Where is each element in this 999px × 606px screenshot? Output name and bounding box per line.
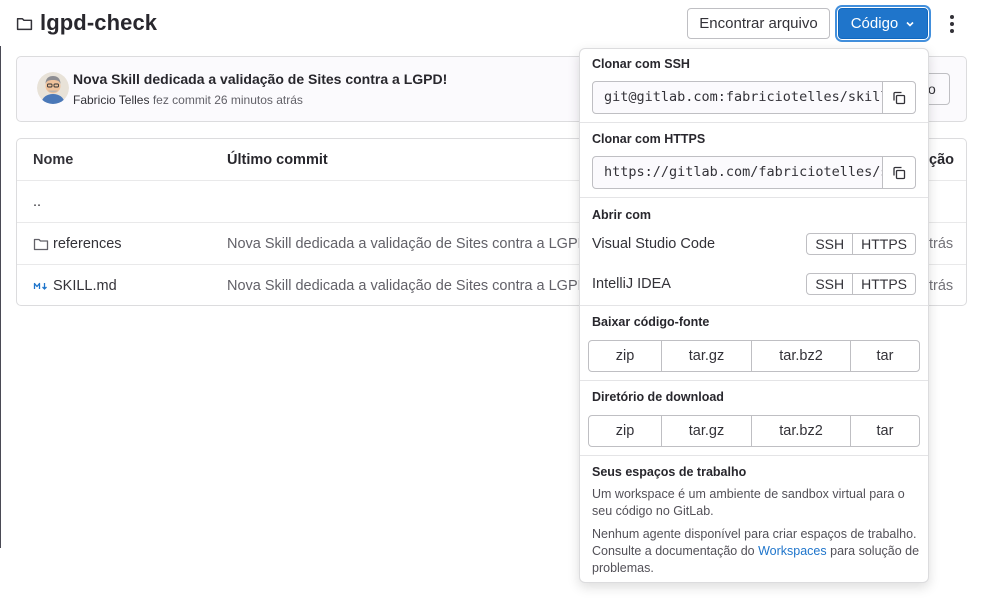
download-source-buttons: zip tar.gz tar.bz2 tar bbox=[588, 340, 920, 372]
code-button[interactable]: Código bbox=[838, 8, 928, 39]
divider bbox=[580, 305, 928, 306]
repo-header: lgpd-check bbox=[16, 8, 157, 38]
folder-icon bbox=[16, 17, 33, 30]
commit-date: trás bbox=[929, 277, 954, 294]
left-rule bbox=[0, 46, 1, 548]
file-name-cell[interactable]: references bbox=[33, 223, 122, 264]
divider bbox=[580, 380, 928, 381]
https-url-input[interactable]: https://gitlab.com/fabriciotelles/skills… bbox=[593, 157, 882, 188]
download-zip-button[interactable]: zip bbox=[589, 341, 661, 371]
workspaces-note: Nenhum agente disponível para criar espa… bbox=[592, 526, 922, 577]
workspaces-description: Um workspace é um ambiente de sandbox vi… bbox=[592, 487, 905, 518]
commit-date: trás bbox=[929, 235, 954, 252]
https-clone-field: https://gitlab.com/fabriciotelles/skills… bbox=[592, 156, 916, 189]
commit-action: fez commit bbox=[152, 93, 211, 107]
download-dir-zip-button[interactable]: zip bbox=[589, 416, 661, 446]
open-vscode-https-button[interactable]: HTTPS bbox=[852, 234, 915, 254]
download-targz-button[interactable]: tar.gz bbox=[661, 341, 751, 371]
chevron-down-icon bbox=[906, 21, 914, 27]
open-with-title: Abrir com bbox=[592, 208, 652, 222]
avatar[interactable] bbox=[37, 72, 69, 104]
divider bbox=[580, 455, 928, 456]
file-name-cell[interactable]: SKILL.md bbox=[33, 265, 117, 305]
download-dir-buttons: zip tar.gz tar.bz2 tar bbox=[588, 415, 920, 447]
column-header-name: Nome bbox=[33, 151, 74, 168]
commit-meta: Fabricio Telles fez commit 26 minutos at… bbox=[73, 93, 303, 107]
ssh-url-input[interactable]: git@gitlab.com:fabriciotelles/skills bbox=[593, 82, 882, 113]
column-header-last-commit: Último commit bbox=[227, 151, 328, 168]
commit-message[interactable]: Nova Skill dedicada a validação de Sites… bbox=[227, 265, 592, 305]
ssh-section-title: Clonar com SSH bbox=[592, 57, 690, 71]
ssh-clone-field: git@gitlab.com:fabriciotelles/skills bbox=[592, 81, 916, 114]
open-vscode-ssh-button[interactable]: SSH bbox=[807, 234, 852, 254]
download-tar-button[interactable]: tar bbox=[850, 341, 919, 371]
open-intellij-ssh-button[interactable]: SSH bbox=[807, 274, 852, 294]
repo-title: lgpd-check bbox=[40, 10, 158, 35]
copy-icon bbox=[893, 166, 906, 179]
ide-label: IntelliJ IDEA bbox=[592, 276, 671, 292]
commit-title[interactable]: Nova Skill dedicada a validação de Sites… bbox=[73, 71, 447, 87]
workspaces-doc-link[interactable]: Workspaces bbox=[758, 544, 827, 558]
divider bbox=[580, 197, 928, 198]
https-section-title: Clonar com HTTPS bbox=[592, 132, 706, 146]
folder-icon bbox=[33, 238, 49, 250]
download-source-title: Baixar código-fonte bbox=[592, 315, 710, 329]
copy-ssh-button[interactable] bbox=[882, 82, 915, 113]
commit-time: 26 minutos atrás bbox=[214, 93, 303, 107]
copy-icon bbox=[893, 91, 906, 104]
code-dropdown: Clonar com SSH git@gitlab.com:fabriciote… bbox=[579, 48, 929, 583]
file-name: references bbox=[53, 235, 122, 252]
find-file-button[interactable]: Encontrar arquivo bbox=[687, 8, 830, 39]
divider bbox=[580, 122, 928, 123]
file-name: SKILL.md bbox=[53, 277, 117, 294]
column-header-last-update: ção bbox=[929, 151, 954, 168]
download-dir-tar-button[interactable]: tar bbox=[850, 416, 919, 446]
markdown-icon bbox=[33, 282, 47, 290]
file-name[interactable]: .. bbox=[33, 181, 41, 222]
open-intellij-https-button[interactable]: HTTPS bbox=[852, 274, 915, 294]
ide-row-vscode: Visual Studio Code SSH HTTPS bbox=[592, 233, 916, 257]
copy-https-button[interactable] bbox=[882, 157, 915, 188]
ide-row-intellij: IntelliJ IDEA SSH HTTPS bbox=[592, 273, 916, 297]
commit-message[interactable]: Nova Skill dedicada a validação de Sites… bbox=[227, 223, 592, 264]
download-dir-targz-button[interactable]: tar.gz bbox=[661, 416, 751, 446]
workspaces-title: Seus espaços de trabalho bbox=[592, 465, 747, 479]
download-tarbz2-button[interactable]: tar.bz2 bbox=[751, 341, 850, 371]
kebab-icon[interactable] bbox=[940, 12, 964, 36]
ide-protocol-group: SSH HTTPS bbox=[806, 273, 916, 295]
download-dir-tarbz2-button[interactable]: tar.bz2 bbox=[751, 416, 850, 446]
download-dir-title: Diretório de download bbox=[592, 390, 724, 404]
ide-protocol-group: SSH HTTPS bbox=[806, 233, 916, 255]
ide-label: Visual Studio Code bbox=[592, 236, 716, 252]
code-button-label: Código bbox=[850, 15, 899, 32]
commit-author[interactable]: Fabricio Telles bbox=[73, 93, 149, 107]
